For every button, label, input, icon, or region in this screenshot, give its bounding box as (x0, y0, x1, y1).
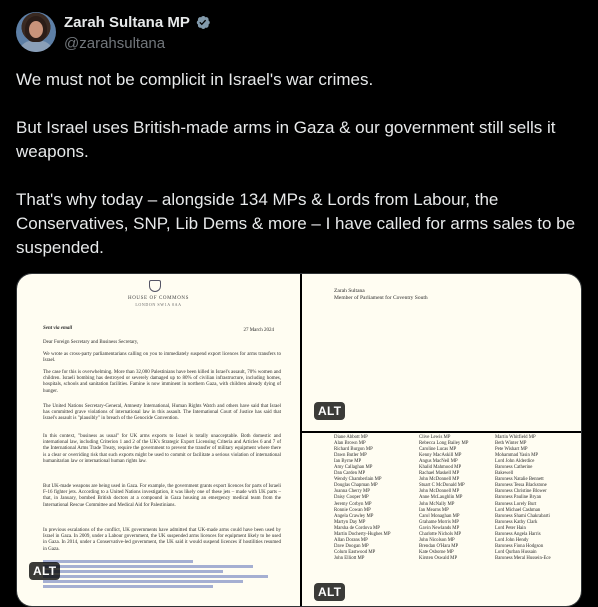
footnote-link (43, 575, 268, 578)
letter-paragraph: But UK-made weapons are being used in Ga… (43, 484, 281, 508)
signer-name: Zarah Sultana (334, 288, 365, 294)
letter-date: 27 March 2024 (243, 328, 274, 333)
signatory-name: Baroness Shami Chakrabarti (495, 513, 550, 519)
footnote-link (43, 585, 213, 588)
signature-image[interactable]: Zarah Sultana Member of Parliament for C… (302, 274, 581, 431)
signatory-name: Charlotte Nichols MP (419, 531, 462, 537)
tweet-paragraph: We must not be complicit in Israel's war… (16, 70, 374, 89)
alt-badge[interactable]: ALT (314, 402, 346, 420)
media-grid: HOUSE OF COMMONS LONDON SW1A 0AA Sent vi… (16, 273, 582, 607)
alt-badge[interactable]: ALT (29, 562, 61, 580)
letter-image[interactable]: HOUSE OF COMMONS LONDON SW1A 0AA Sent vi… (17, 274, 300, 606)
signatory-name: Kirsten Oswald MP (419, 555, 458, 561)
signatory-name: Anne McLaughlin MP (419, 495, 463, 501)
portcullis-crest-icon (149, 280, 161, 292)
tweet-header: Zarah Sultana MP @zarahsultana (16, 12, 576, 60)
signatory-name: Baroness Meral Hussein-Ece (495, 555, 551, 561)
tweet-text: We must not be complicit in Israel's war… (16, 68, 582, 284)
author-name-row: Zarah Sultana MP (64, 14, 211, 31)
letter-org-sub: LONDON SW1A 0AA (135, 302, 182, 307)
signatories-column-1: Diane Abbott MP Alan Brown MP Richard Burg… (334, 435, 391, 562)
tweet-paragraph: But Israel uses British-made arms in Gaz… (16, 118, 561, 161)
signatories-column-2: Clive Lewis MP Rebecca Long Bailey MP Caro… (419, 435, 468, 562)
alt-badge[interactable]: ALT (314, 583, 346, 601)
signer-role: Member of Parliament for Coventry South (334, 295, 428, 301)
letter-paragraph: The case for this is overwhelming. More … (43, 370, 281, 394)
letter-sent-via: Sent via email (43, 326, 73, 331)
signatory-name: John Elliott MP (334, 555, 365, 561)
letter-paragraph: The United Nations Secretary-General, Am… (43, 404, 281, 422)
letter-paragraph: In previous escalations of the conflict,… (43, 528, 281, 552)
footnote-link (43, 560, 193, 563)
letter-paragraph: We wrote as cross-party parliamentarians… (43, 352, 281, 364)
verified-badge-icon (196, 16, 210, 29)
letter-org-title: HOUSE OF COMMONS (128, 296, 189, 301)
author-display-name[interactable]: Zarah Sultana MP (64, 14, 190, 31)
tweet-paragraph: That's why today – alongside 134 MPs & L… (16, 190, 580, 257)
signatory-name: Martin Docherty-Hughes MP (334, 531, 391, 537)
footnote-link (43, 570, 223, 573)
signatories-image[interactable]: Diane Abbott MP Alan Brown MP Richard Burg… (302, 433, 581, 606)
letter-paragraph: In this context, "business as usual" for… (43, 434, 281, 464)
letter-salutation: Dear Foreign Secretary and Business Secr… (43, 340, 139, 345)
footnote-link (43, 580, 243, 583)
author-handle[interactable]: @zarahsultana (64, 35, 165, 52)
avatar[interactable] (16, 12, 56, 52)
signatory-name: Baroness Fiona Hodgson (495, 543, 544, 549)
footnote-link (43, 565, 253, 568)
signatories-column-3: Martin Whitfield MP Beth Winter MP Pete Wi… (495, 435, 551, 562)
